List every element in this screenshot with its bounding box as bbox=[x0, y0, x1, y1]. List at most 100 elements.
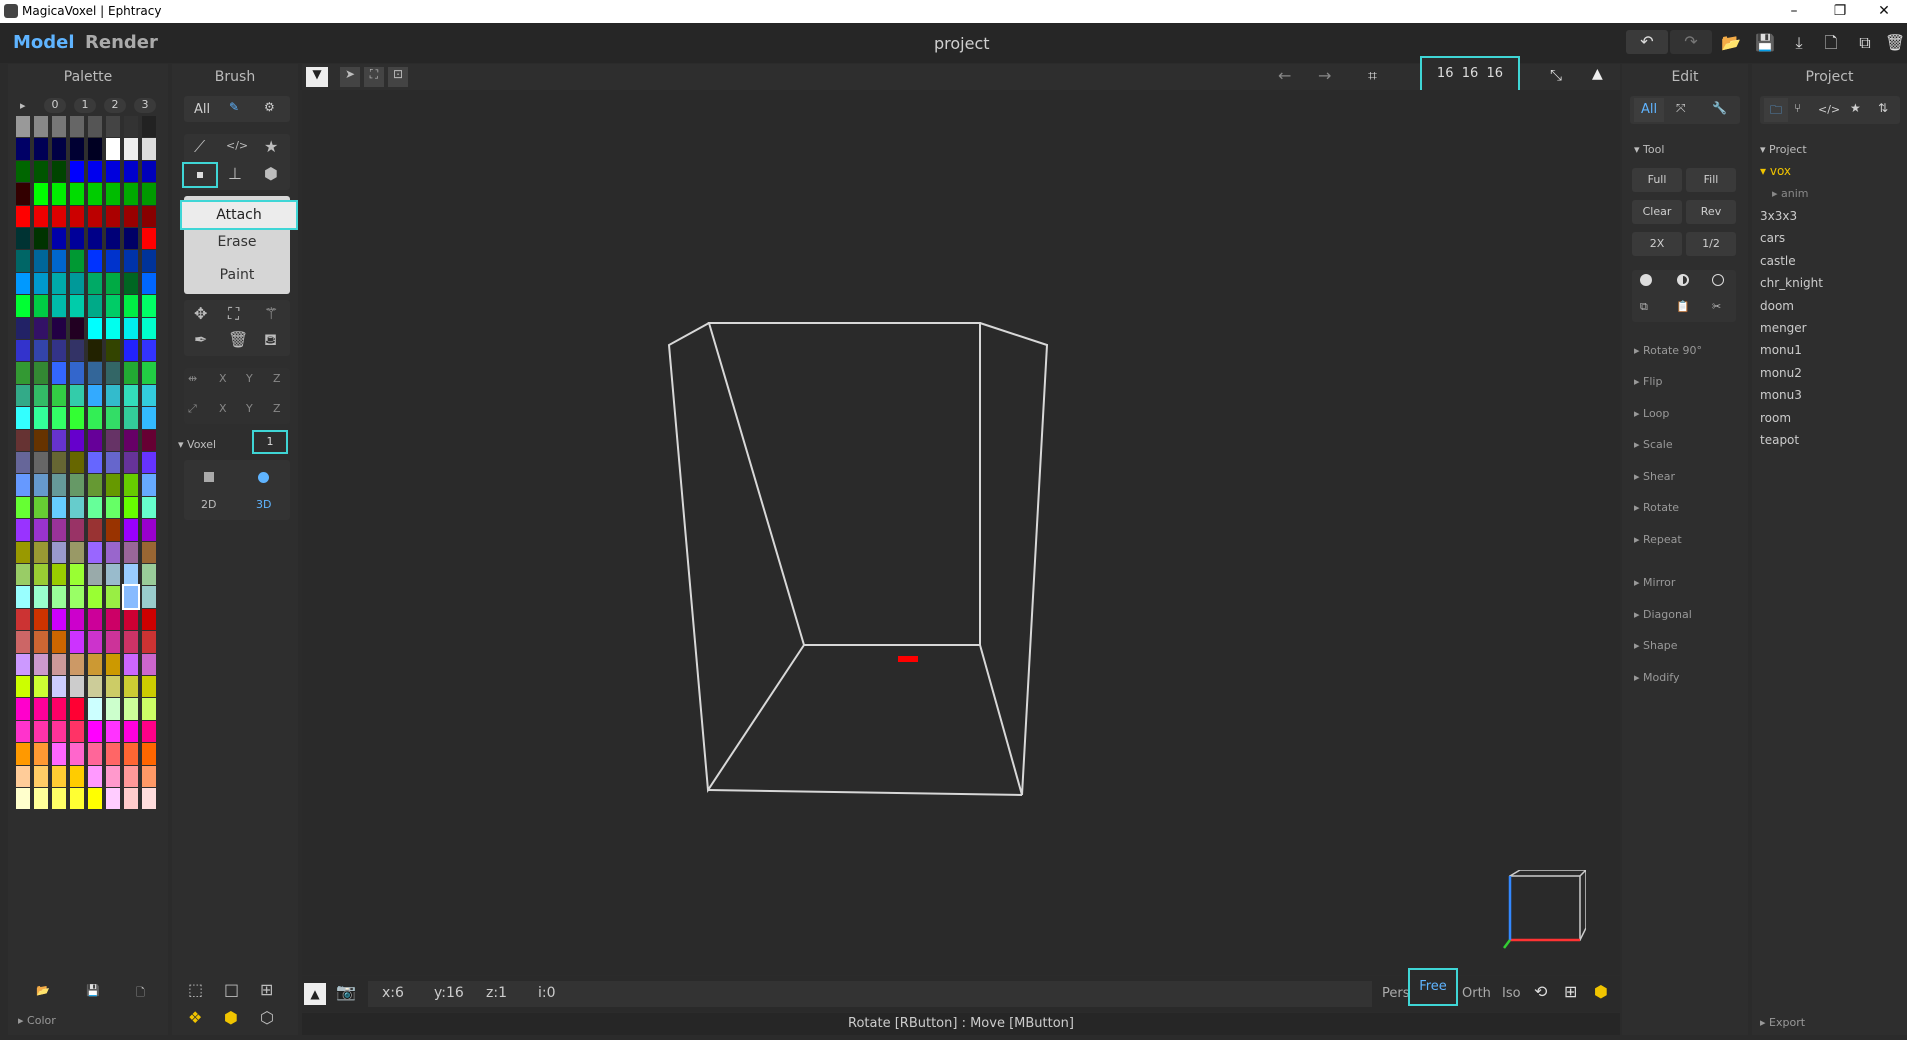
palette-swatch[interactable] bbox=[88, 698, 102, 720]
palette-swatch[interactable] bbox=[106, 384, 120, 407]
edit-section-loop[interactable]: ▸ Loop bbox=[1634, 407, 1669, 420]
minimize-button[interactable]: – bbox=[1771, 0, 1817, 23]
viewport-menu-icon[interactable]: ▼ bbox=[306, 67, 328, 87]
palette-swatch[interactable] bbox=[52, 519, 66, 541]
palette-swatch[interactable] bbox=[142, 519, 156, 541]
folder-tab-icon[interactable]: 🗀 bbox=[1764, 98, 1788, 122]
crop-icon[interactable]: ⌗ bbox=[1368, 66, 1377, 86]
palette-swatch[interactable] bbox=[106, 272, 120, 295]
palette-swatch[interactable] bbox=[70, 452, 84, 474]
fill-bucket-icon[interactable]: ⛾ bbox=[264, 330, 277, 351]
palette-swatch[interactable] bbox=[52, 788, 66, 810]
palette-swatch[interactable] bbox=[124, 452, 138, 474]
palette-swatch[interactable] bbox=[16, 407, 30, 429]
palette-swatch[interactable] bbox=[88, 541, 102, 563]
palette-swatch[interactable] bbox=[16, 586, 30, 608]
palette-swatch[interactable] bbox=[70, 340, 84, 362]
palette-swatch[interactable] bbox=[70, 541, 84, 563]
palette-swatch[interactable] bbox=[88, 228, 102, 250]
copy-icon[interactable]: ⧉ bbox=[1640, 300, 1648, 314]
palette-swatch[interactable] bbox=[88, 452, 102, 474]
palette-swatch[interactable] bbox=[52, 653, 66, 675]
palette-swatch[interactable] bbox=[52, 160, 66, 183]
edit-section-rotate-90-[interactable]: ▸ Rotate 90° bbox=[1634, 344, 1702, 357]
palette-swatch[interactable] bbox=[106, 698, 120, 720]
palette-swatch[interactable] bbox=[16, 384, 30, 407]
palette-swatch[interactable] bbox=[124, 407, 138, 429]
grid-icon[interactable]: ⊞ bbox=[260, 980, 273, 999]
picker-icon[interactable]: ✒ bbox=[194, 330, 207, 349]
palette-swatch[interactable] bbox=[52, 765, 66, 787]
palette-swatch[interactable] bbox=[106, 586, 120, 608]
palette-swatch[interactable] bbox=[88, 407, 102, 429]
edit-tab-all[interactable]: All bbox=[1634, 98, 1664, 122]
project-file-item[interactable]: monu3 bbox=[1760, 388, 1802, 402]
palette-swatch[interactable] bbox=[142, 631, 156, 653]
tree-tab-icon[interactable]: ⑂ bbox=[1794, 101, 1801, 115]
palette-swatch[interactable] bbox=[124, 519, 138, 541]
edit-section-shear[interactable]: ▸ Shear bbox=[1634, 470, 1675, 483]
palette-swatch[interactable] bbox=[106, 362, 120, 384]
project-file-item[interactable]: teapot bbox=[1760, 433, 1799, 447]
mode-paint[interactable]: Paint bbox=[184, 267, 290, 283]
open-folder-icon[interactable]: 📂 bbox=[1717, 31, 1745, 55]
palette-swatch[interactable] bbox=[124, 317, 138, 339]
code-brush-icon[interactable]: </> bbox=[226, 139, 248, 152]
palette-swatch[interactable] bbox=[124, 743, 138, 765]
palette-swatch[interactable] bbox=[106, 474, 120, 496]
palette-swatch[interactable] bbox=[124, 698, 138, 720]
layer-icon[interactable]: ⬚ bbox=[188, 980, 203, 999]
palette-swatch[interactable] bbox=[16, 608, 30, 631]
palette-swatch[interactable] bbox=[52, 116, 66, 138]
folder-anim[interactable]: ▸ anim bbox=[1772, 187, 1809, 200]
project-section[interactable]: ▾ Project bbox=[1760, 143, 1807, 156]
palette-swatch[interactable] bbox=[70, 496, 84, 519]
project-file-item[interactable]: chr_knight bbox=[1760, 276, 1823, 290]
view-pers[interactable]: Pers bbox=[1382, 986, 1410, 1001]
palette-page-play[interactable]: ▸ bbox=[20, 99, 26, 112]
palette-swatch[interactable] bbox=[70, 407, 84, 429]
palette-swatch[interactable] bbox=[142, 250, 156, 272]
palette-swatch[interactable] bbox=[52, 407, 66, 429]
palette-swatch[interactable] bbox=[124, 160, 138, 183]
palette-swatch[interactable] bbox=[34, 474, 48, 496]
palette-swatch[interactable] bbox=[142, 362, 156, 384]
palette-swatch[interactable] bbox=[34, 586, 48, 608]
palette-swatch[interactable] bbox=[106, 631, 120, 653]
palette-swatch[interactable] bbox=[142, 429, 156, 451]
palette-swatch[interactable] bbox=[52, 340, 66, 362]
export-icon[interactable]: ⤓ bbox=[1785, 31, 1813, 55]
tool-fill-button[interactable]: Fill bbox=[1686, 168, 1736, 192]
palette-swatch[interactable] bbox=[142, 496, 156, 519]
palette-swatch[interactable] bbox=[142, 384, 156, 407]
hollow-circle-icon[interactable] bbox=[1712, 274, 1724, 286]
arrow-right-icon[interactable]: → bbox=[1318, 66, 1331, 85]
star-tab-icon[interactable]: ★ bbox=[1850, 101, 1861, 115]
palette-swatch[interactable] bbox=[88, 384, 102, 407]
palette-swatch[interactable] bbox=[106, 160, 120, 183]
palette-swatch[interactable] bbox=[106, 653, 120, 675]
camera-icon[interactable]: 📷 bbox=[336, 982, 356, 1001]
palette-swatch[interactable] bbox=[16, 519, 30, 541]
palette-swatch[interactable] bbox=[70, 250, 84, 272]
palette-swatch[interactable] bbox=[142, 586, 156, 608]
palette-swatch[interactable] bbox=[34, 272, 48, 295]
palette-swatch[interactable] bbox=[124, 205, 138, 227]
palette-swatch[interactable] bbox=[70, 698, 84, 720]
palette-swatch[interactable] bbox=[142, 317, 156, 339]
palette-swatch[interactable] bbox=[52, 362, 66, 384]
palette-swatch[interactable] bbox=[34, 788, 48, 810]
palette-swatch[interactable] bbox=[88, 564, 102, 586]
palette-swatch[interactable] bbox=[16, 362, 30, 384]
palette-swatch[interactable] bbox=[124, 272, 138, 295]
code-tab-icon[interactable]: </> bbox=[1818, 103, 1840, 116]
palette-page-1[interactable]: 1 bbox=[74, 98, 96, 113]
palette-swatch[interactable] bbox=[34, 160, 48, 183]
palette-swatch[interactable] bbox=[88, 743, 102, 765]
select-icon[interactable]: ⛶ bbox=[228, 304, 239, 324]
dimension-2d[interactable]: 2D bbox=[201, 498, 216, 511]
palette-swatch[interactable] bbox=[88, 586, 102, 608]
palette-swatch[interactable] bbox=[142, 407, 156, 429]
arrow-left-icon[interactable]: ← bbox=[1278, 66, 1291, 85]
tab-model[interactable]: Model bbox=[13, 32, 75, 53]
